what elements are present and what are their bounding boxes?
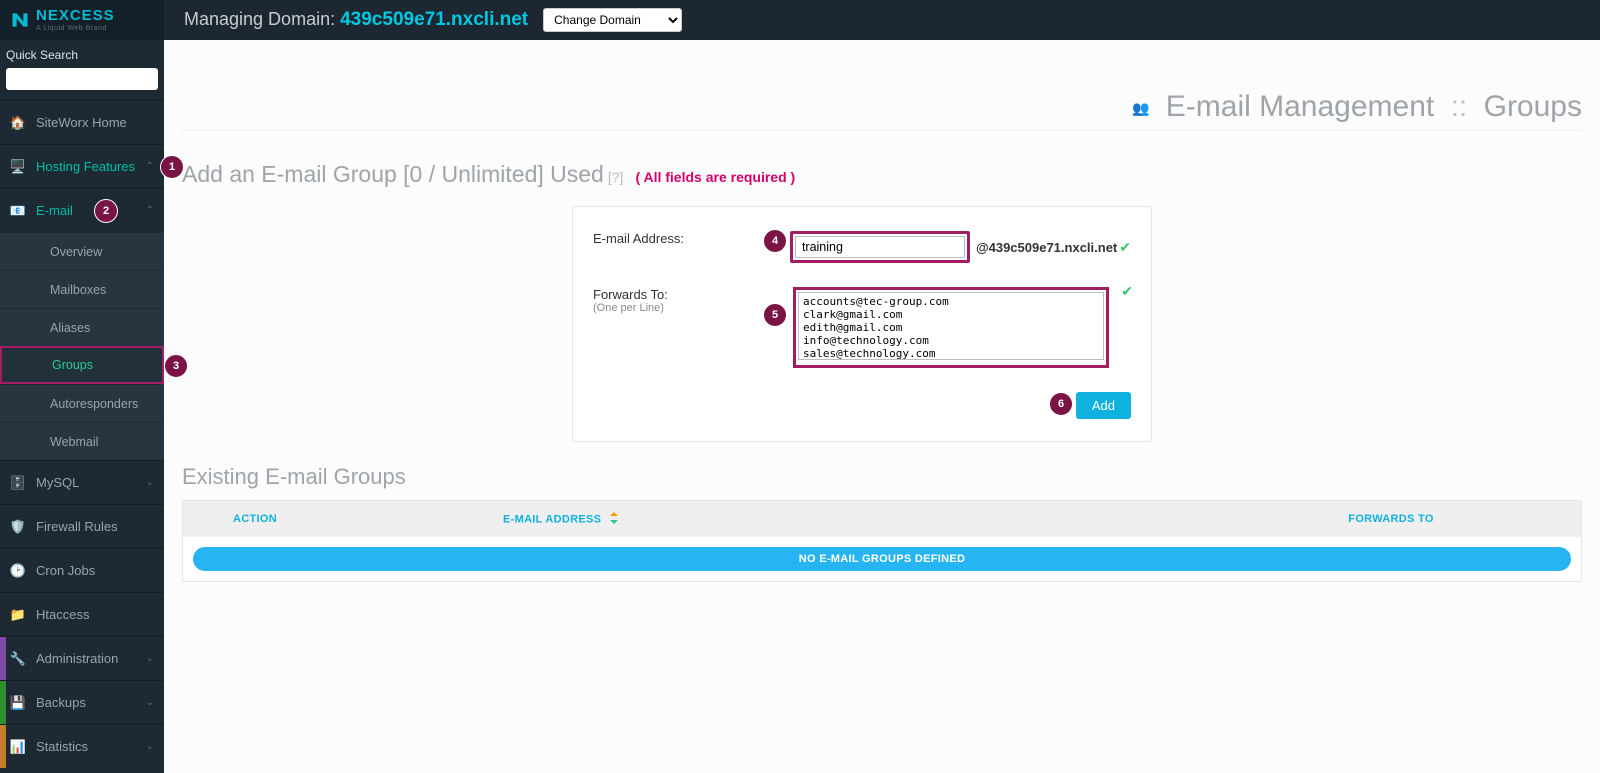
sort-icon: [609, 512, 619, 527]
nexcess-logo-icon: [10, 10, 30, 30]
sidebar-item-cron[interactable]: 🕑 Cron Jobs: [0, 548, 164, 592]
sidebar-sub-groups[interactable]: Groups 3: [0, 346, 164, 384]
sidebar-sub-overview[interactable]: Overview: [0, 232, 164, 270]
sidebar-sub-autoresponders[interactable]: Autoresponders: [0, 384, 164, 422]
annotation-dot-5: 5: [763, 303, 787, 327]
sidebar-item-htaccess[interactable]: 📁 Htaccess: [0, 592, 164, 636]
annotation-dot-3: 3: [164, 354, 188, 378]
help-icon[interactable]: [?]: [608, 169, 624, 185]
forwards-to-textarea[interactable]: [798, 292, 1104, 360]
chart-icon: 📊: [10, 739, 26, 755]
quick-search-input[interactable]: [6, 68, 158, 90]
folder-icon: 📁: [10, 607, 26, 623]
chevron-down-icon: ⌄: [146, 697, 154, 708]
check-ok-icon: ✔: [1121, 283, 1133, 300]
sidebar-sub-webmail[interactable]: Webmail: [0, 422, 164, 460]
sidebar-item-email[interactable]: 📧 E-mail ⌃ 2: [0, 188, 164, 232]
existing-groups-heading: Existing E-mail Groups: [182, 464, 1582, 490]
backup-icon: 💾: [10, 695, 26, 711]
managing-domain-value: 439c509e71.nxcli.net: [340, 9, 528, 30]
groups-icon: 👥: [1132, 100, 1149, 116]
required-note: ( All fields are required ): [635, 169, 795, 185]
col-email[interactable]: E-MAIL ADDRESS: [483, 512, 1201, 527]
sidebar-sub-aliases[interactable]: Aliases: [0, 308, 164, 346]
sidebar-item-statistics[interactable]: 📊 Statistics ⌄: [0, 724, 164, 768]
brand-logo[interactable]: NEXCESS A Liquid Web Brand: [0, 0, 164, 40]
email-address-label: E-mail Address:: [593, 231, 790, 246]
managing-domain-label: Managing Domain: 439c509e71.nxcli.net: [184, 9, 528, 31]
page-title: 👥 E-mail Management :: Groups: [1132, 90, 1582, 124]
chevron-up-icon: ⌃: [146, 205, 154, 216]
check-ok-icon: ✔: [1119, 239, 1131, 256]
chevron-down-icon: ⌄: [146, 653, 154, 664]
brand-sub: A Liquid Web Brand: [36, 25, 115, 32]
sidebar-sub-mailboxes[interactable]: Mailboxes: [0, 270, 164, 308]
brand-name: NEXCESS: [36, 8, 115, 23]
annotation-dot-2: 2: [94, 199, 118, 223]
chevron-up-icon: ⌃: [146, 161, 154, 172]
monitor-icon: 🖥️: [10, 159, 26, 175]
sidebar-item-administration[interactable]: 🔧 Administration ⌄: [0, 636, 164, 680]
sidebar-item-firewall[interactable]: 🛡️ Firewall Rules: [0, 504, 164, 548]
col-forwards[interactable]: FORWARDS TO: [1201, 513, 1581, 525]
empty-state: NO E-MAIL GROUPS DEFINED: [193, 547, 1571, 571]
database-icon: 🗄️: [10, 475, 26, 491]
sidebar-item-mysql[interactable]: 🗄️ MySQL ⌄: [0, 460, 164, 504]
home-icon: 🏠: [10, 115, 26, 131]
page-title-row: 👥 E-mail Management :: Groups: [182, 90, 1582, 131]
form-heading: Add an E-mail Group [0 / Unlimited] Used…: [182, 161, 1582, 188]
col-action[interactable]: ACTION: [183, 513, 483, 525]
sidebar: Quick Search 🏠 SiteWorx Home 🖥️ Hosting …: [0, 40, 164, 773]
chevron-down-icon: ⌄: [146, 741, 154, 752]
firewall-icon: 🛡️: [10, 519, 26, 535]
change-domain-select[interactable]: Change Domain: [543, 8, 682, 32]
sidebar-item-hosting-features[interactable]: 🖥️ Hosting Features ⌃ 1: [0, 144, 164, 188]
add-group-form: E-mail Address: 4 @439c509e71.nxcli.net …: [572, 206, 1152, 442]
wrench-icon: 🔧: [10, 651, 26, 667]
chevron-down-icon: ⌄: [146, 477, 154, 488]
top-bar: NEXCESS A Liquid Web Brand Managing Doma…: [0, 0, 1600, 40]
sidebar-item-siteworx-home[interactable]: 🏠 SiteWorx Home: [0, 100, 164, 144]
email-domain-suffix: @439c509e71.nxcli.net: [976, 240, 1117, 255]
annotation-dot-6: 6: [1049, 392, 1073, 416]
add-button[interactable]: Add: [1076, 392, 1131, 419]
table-header: ACTION E-MAIL ADDRESS FORWARDS TO: [183, 501, 1581, 537]
mail-icon: 📧: [10, 203, 26, 219]
annotation-dot-1: 1: [160, 155, 184, 179]
quick-search-label: Quick Search: [6, 48, 158, 62]
main-content: 👥 E-mail Management :: Groups Add an E-m…: [164, 40, 1600, 773]
email-address-input[interactable]: [795, 236, 965, 258]
annotation-dot-4: 4: [763, 229, 787, 253]
groups-table: ACTION E-MAIL ADDRESS FORWARDS TO NO E-M…: [182, 500, 1582, 582]
sidebar-item-backups[interactable]: 💾 Backups ⌄: [0, 680, 164, 724]
quick-search-block: Quick Search: [0, 40, 164, 100]
clock-icon: 🕑: [10, 563, 26, 579]
